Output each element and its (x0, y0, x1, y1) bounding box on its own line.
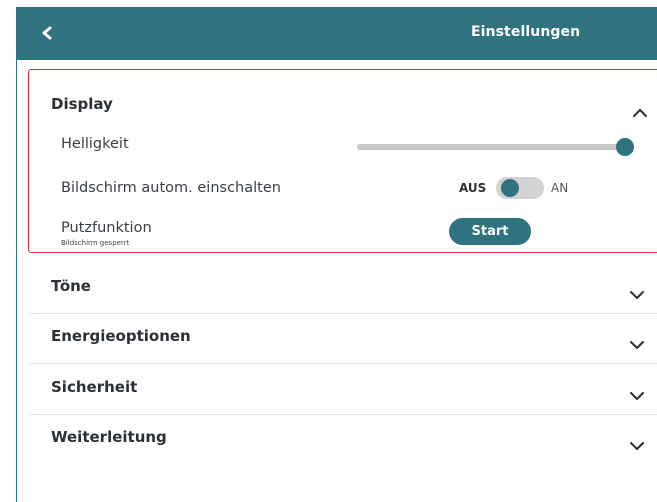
section-label: Sicherheit (51, 378, 138, 396)
section-label: Energieoptionen (51, 327, 191, 345)
section-energieoptionen[interactable]: Energieoptionen (29, 313, 657, 364)
toggle-on-label: AN (551, 181, 569, 195)
chevron-down-icon[interactable] (629, 335, 645, 349)
chevron-down-icon[interactable] (629, 386, 645, 400)
brightness-slider[interactable] (357, 138, 634, 156)
display-section-title[interactable]: Display (51, 95, 113, 113)
settings-window: Einstellungen Display Helligkeit Bildsch… (16, 7, 657, 502)
header-bar: Einstellungen (17, 7, 657, 60)
auto-on-label: Bildschirm autom. einschalten (61, 180, 281, 196)
chevron-left-icon[interactable] (37, 23, 57, 43)
chevron-up-icon[interactable] (632, 103, 648, 117)
section-label: Töne (51, 277, 91, 295)
section-sicherheit[interactable]: Sicherheit (29, 364, 657, 415)
brightness-slider-thumb[interactable] (616, 138, 634, 156)
section-label: Weiterleitung (51, 428, 167, 446)
start-button[interactable]: Start (449, 218, 531, 245)
page-title: Einstellungen (471, 24, 581, 40)
chevron-down-icon[interactable] (629, 285, 645, 299)
section-weiterleitung[interactable]: Weiterleitung (29, 414, 657, 464)
toggle-knob[interactable] (501, 179, 519, 197)
section-toene[interactable]: Töne (29, 263, 657, 314)
helligkeit-label: Helligkeit (61, 136, 129, 152)
chevron-down-icon[interactable] (629, 436, 645, 450)
toggle-off-label: AUS (459, 181, 487, 195)
putzfunktion-sublabel: Bildschirm gesperrt (61, 239, 130, 247)
display-section: Display Helligkeit Bildschirm autom. ein… (28, 69, 657, 253)
putzfunktion-label: Putzfunktion (61, 220, 152, 236)
auto-on-toggle[interactable] (496, 177, 544, 199)
